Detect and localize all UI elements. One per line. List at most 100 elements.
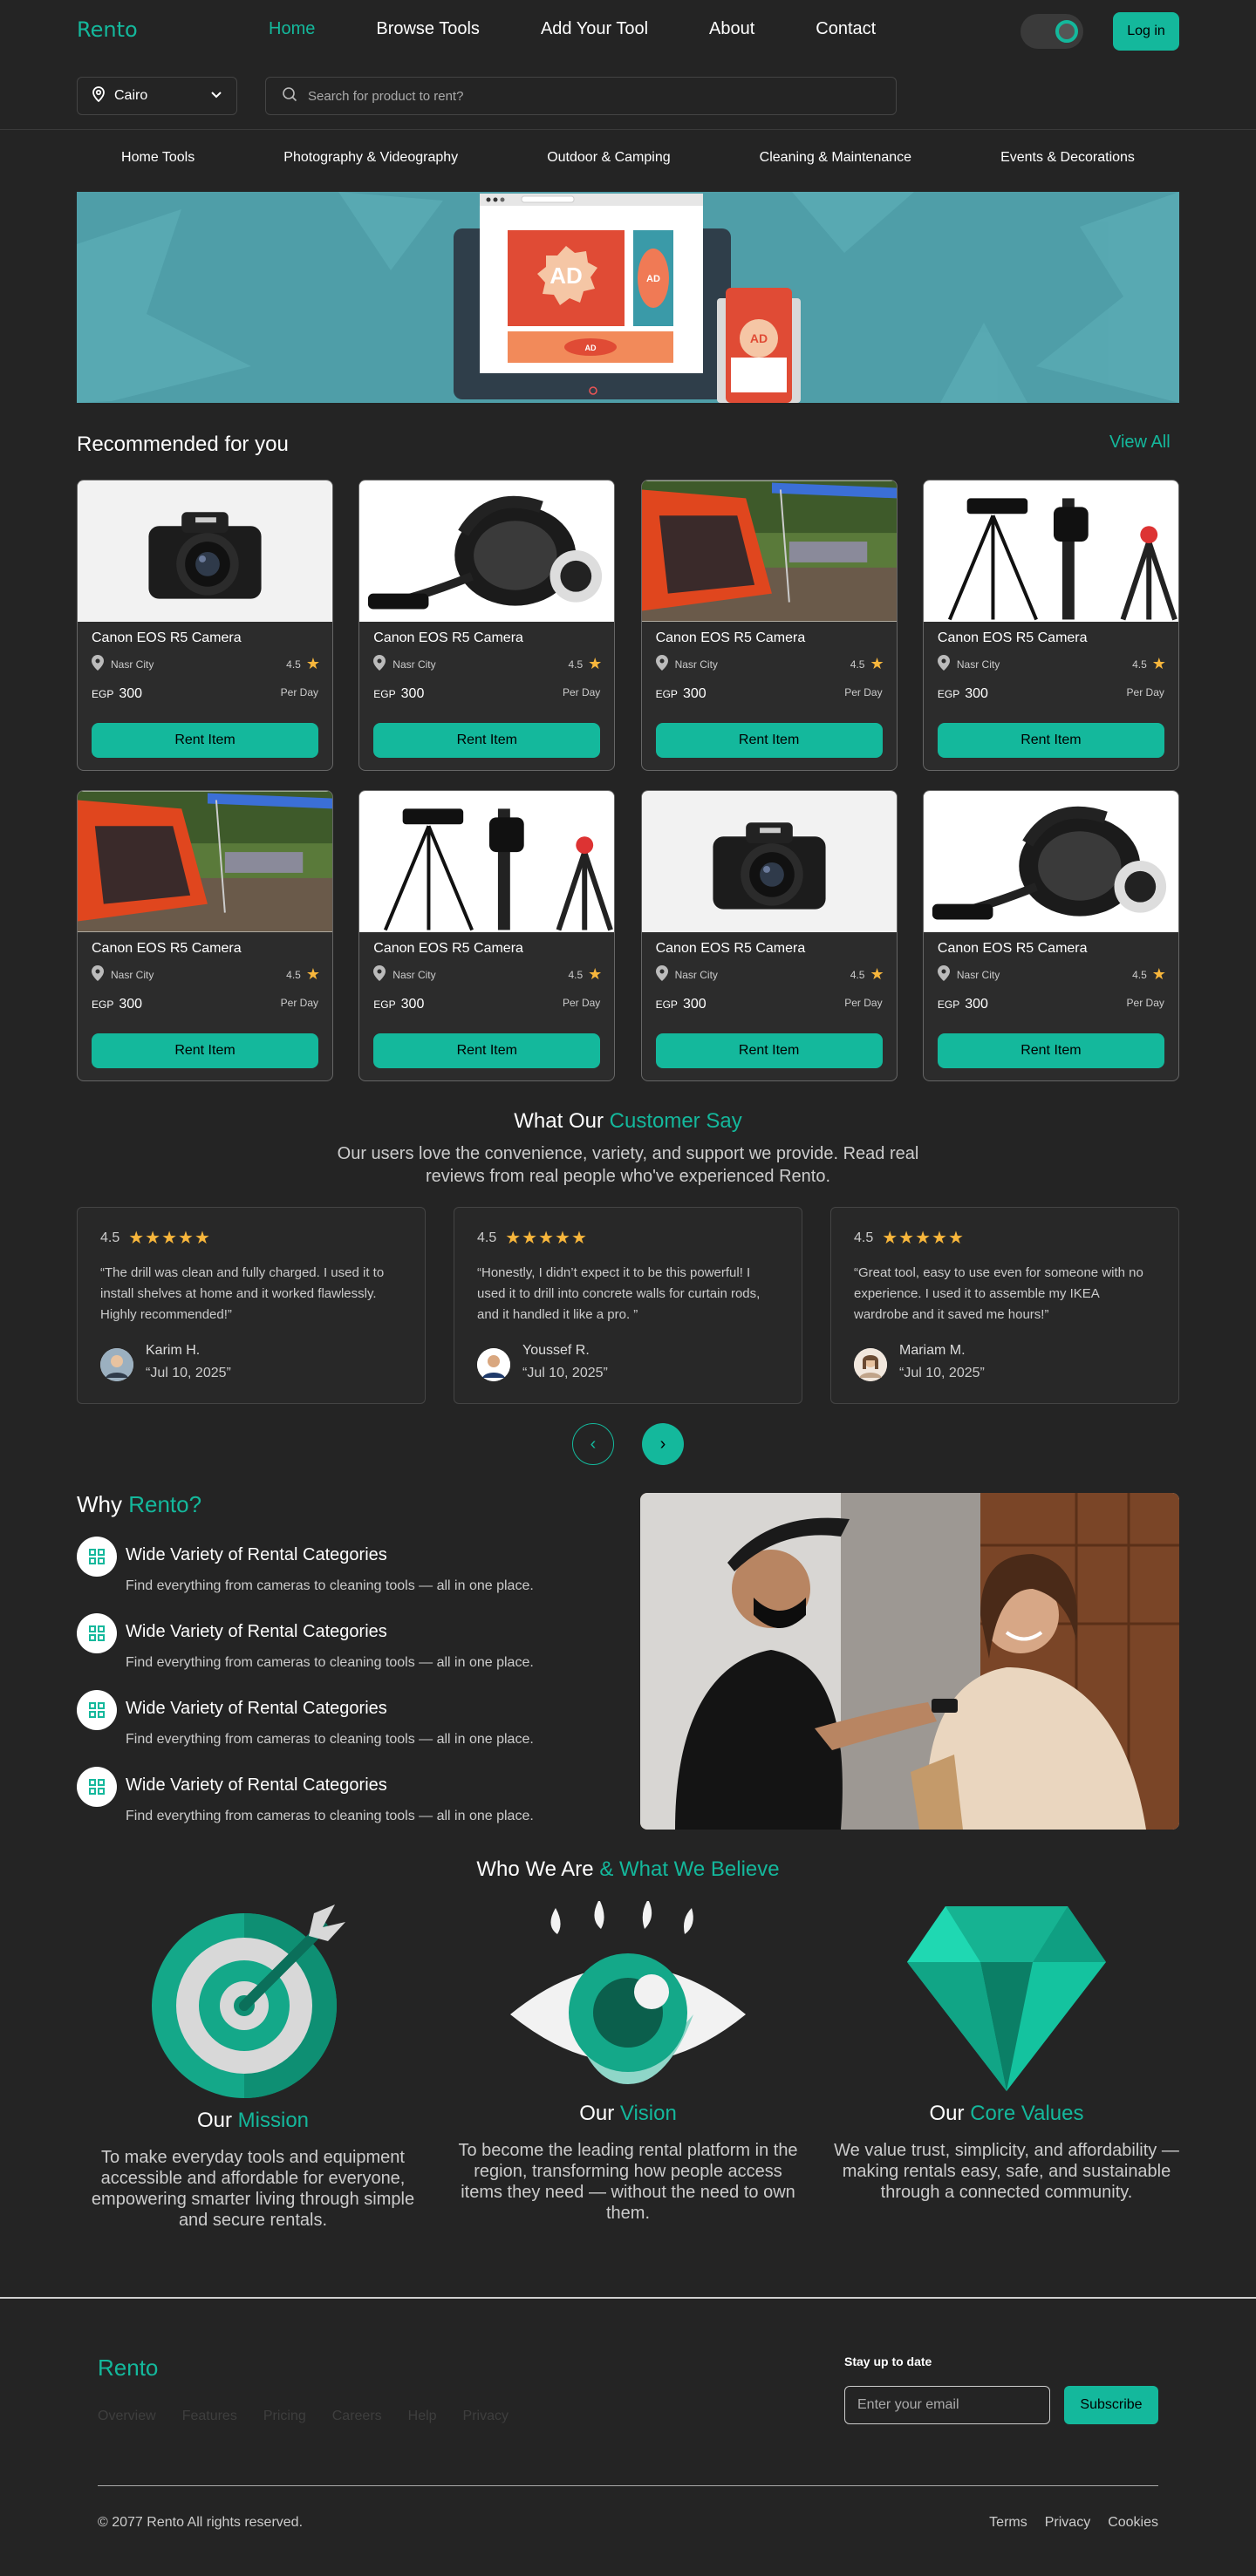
star-icon: ★: [870, 655, 884, 672]
footer-link-privacy[interactable]: Privacy: [463, 2409, 509, 2424]
rating-value: 4.5: [286, 658, 301, 671]
section-title-recommended: Recommended for you: [77, 433, 289, 456]
footer-link-careers[interactable]: Careers: [332, 2409, 382, 2424]
testimonial-author: Mariam M. “Jul 10, 2025”: [854, 1339, 1156, 1385]
header-divider: [0, 129, 1256, 130]
vision-title-plain: Our: [579, 2102, 620, 2125]
price-value: 300: [965, 686, 988, 701]
legal-link-terms[interactable]: Terms: [989, 2515, 1027, 2531]
legal-links: Terms Privacy Cookies: [989, 2515, 1158, 2531]
about-title: Who We Are & What We Believe: [0, 1857, 1256, 1882]
nav-link-add-your-tool[interactable]: Add Your Tool: [541, 19, 648, 39]
login-button[interactable]: Log in: [1113, 12, 1179, 51]
review-date: “Jul 10, 2025”: [146, 1366, 231, 1380]
location-select[interactable]: Cairo: [77, 77, 237, 115]
footer-logo[interactable]: Rento: [98, 2355, 158, 2382]
product-image: [641, 791, 897, 932]
rent-item-button[interactable]: Rent Item: [655, 1033, 883, 1068]
product-image: [78, 480, 332, 622]
values-title-plain: Our: [929, 2102, 971, 2125]
product-card[interactable]: Canon EOS R5 Camera Nasr City 4.5 ★ EGP 30…: [922, 790, 1179, 1081]
rent-item-button[interactable]: Rent Item: [92, 1033, 318, 1068]
testimonial-quote: “The drill was clean and fully charged. …: [100, 1265, 385, 1322]
rent-item-button[interactable]: Rent Item: [655, 723, 883, 758]
ad-label-phone: AD: [750, 331, 768, 345]
category-home-tools[interactable]: Home Tools: [121, 150, 195, 166]
product-rating: 4.5 ★: [568, 655, 602, 673]
product-image: [641, 480, 897, 622]
currency: EGP: [655, 688, 678, 700]
legal-link-cookies[interactable]: Cookies: [1108, 2515, 1158, 2531]
product-card[interactable]: Canon EOS R5 Camera Nasr City 4.5 ★ EGP 30…: [77, 480, 333, 771]
star-icon: ★: [870, 965, 884, 983]
product-city: Nasr City: [674, 658, 718, 671]
product-title: Canon EOS R5 Camera: [655, 941, 806, 956]
testimonial-rating: 4.5 ★★★★★: [100, 1227, 402, 1249]
category-cleaning[interactable]: Cleaning & Maintenance: [760, 150, 911, 166]
rating-value: 4.5: [477, 1230, 497, 1245]
ad-banner[interactable]: AD AD AD AD: [77, 192, 1179, 403]
product-price: EGP 300: [656, 997, 706, 1012]
mission-title-plain: Our: [196, 2109, 238, 2132]
currency: EGP: [373, 998, 396, 1011]
carousel-next-button[interactable]: ›: [642, 1423, 684, 1465]
nav-link-about[interactable]: About: [709, 19, 754, 39]
product-card[interactable]: Canon EOS R5 Camera Nasr City 4.5 ★ EGP 30…: [640, 790, 898, 1081]
nav-link-home[interactable]: Home: [269, 19, 315, 39]
product-card[interactable]: Canon EOS R5 Camera Nasr City 4.5 ★ EGP 30…: [77, 790, 333, 1081]
product-price: EGP 300: [373, 997, 424, 1012]
logo[interactable]: Rento: [77, 17, 138, 42]
testimonial-author: Karim H. “Jul 10, 2025”: [100, 1339, 402, 1385]
category-outdoor[interactable]: Outdoor & Camping: [547, 150, 670, 166]
nav-link-contact[interactable]: Contact: [816, 19, 876, 39]
product-city: Nasr City: [392, 658, 436, 671]
view-all-link[interactable]: View All: [1109, 433, 1171, 453]
legal-link-privacy[interactable]: Privacy: [1045, 2515, 1090, 2531]
rating-value: 4.5: [286, 968, 301, 981]
footer-link-pricing[interactable]: Pricing: [263, 2409, 306, 2424]
currency: EGP: [92, 688, 114, 700]
why-item-title: Wide Variety of Rental Categories: [126, 1775, 387, 1795]
about-title-accent: & What We Believe: [599, 1857, 780, 1881]
nav-link-browse-tools[interactable]: Browse Tools: [376, 19, 480, 39]
eye-icon: [454, 1901, 802, 2095]
rent-item-button[interactable]: Rent Item: [373, 1033, 601, 1068]
product-card[interactable]: Canon EOS R5 Camera Nasr City 4.5 ★ EGP 30…: [922, 480, 1179, 771]
product-city: Nasr City: [111, 968, 154, 981]
price-unit: Per Day: [1126, 997, 1164, 1009]
why-item-text: Find everything from cameras to cleaning…: [126, 1655, 534, 1670]
product-rating: 4.5 ★: [1132, 655, 1166, 673]
rent-item-button[interactable]: Rent Item: [92, 723, 318, 758]
product-location: Nasr City: [373, 655, 436, 673]
carousel-prev-button[interactable]: ‹: [572, 1423, 614, 1465]
product-title: Canon EOS R5 Camera: [373, 941, 523, 956]
rent-item-button[interactable]: Rent Item: [937, 723, 1164, 758]
rent-item-button[interactable]: Rent Item: [937, 1033, 1164, 1068]
theme-toggle[interactable]: [1020, 14, 1083, 49]
search-placeholder: Search for product to rent?: [308, 88, 464, 104]
product-card[interactable]: Canon EOS R5 Camera Nasr City 4.5 ★ EGP 30…: [640, 480, 898, 771]
rating-value: 4.5: [100, 1230, 120, 1245]
footer-link-features[interactable]: Features: [182, 2409, 237, 2424]
search-icon: [282, 86, 297, 106]
price-value: 300: [400, 997, 425, 1012]
star-icon: ★: [588, 965, 603, 983]
footer-link-help[interactable]: Help: [408, 2409, 437, 2424]
subscribe-button[interactable]: Subscribe: [1064, 2386, 1158, 2424]
price-unit: Per Day: [1126, 686, 1164, 699]
product-card[interactable]: Canon EOS R5 Camera Nasr City 4.5 ★ EGP 30…: [358, 480, 616, 771]
search-input[interactable]: Search for product to rent?: [265, 77, 897, 115]
product-grid-row-2: Canon EOS R5 Camera Nasr City 4.5 ★ EGP 30…: [77, 790, 1179, 1081]
category-photography[interactable]: Photography & Videography: [283, 150, 458, 166]
ad-label-main: AD: [550, 262, 583, 289]
footer-link-overview[interactable]: Overview: [98, 2409, 156, 2424]
currency: EGP: [937, 998, 960, 1011]
product-card[interactable]: Canon EOS R5 Camera Nasr City 4.5 ★ EGP 30…: [358, 790, 616, 1081]
rent-item-button[interactable]: Rent Item: [373, 723, 601, 758]
category-events[interactable]: Events & Decorations: [1000, 150, 1135, 166]
product-title: Canon EOS R5 Camera: [373, 630, 523, 645]
product-price: EGP 300: [938, 686, 988, 702]
values-text: We value trust, simplicity, and affordab…: [834, 2141, 1179, 2202]
email-field[interactable]: Enter your email: [844, 2386, 1050, 2424]
ad-label-side: AD: [646, 274, 660, 284]
